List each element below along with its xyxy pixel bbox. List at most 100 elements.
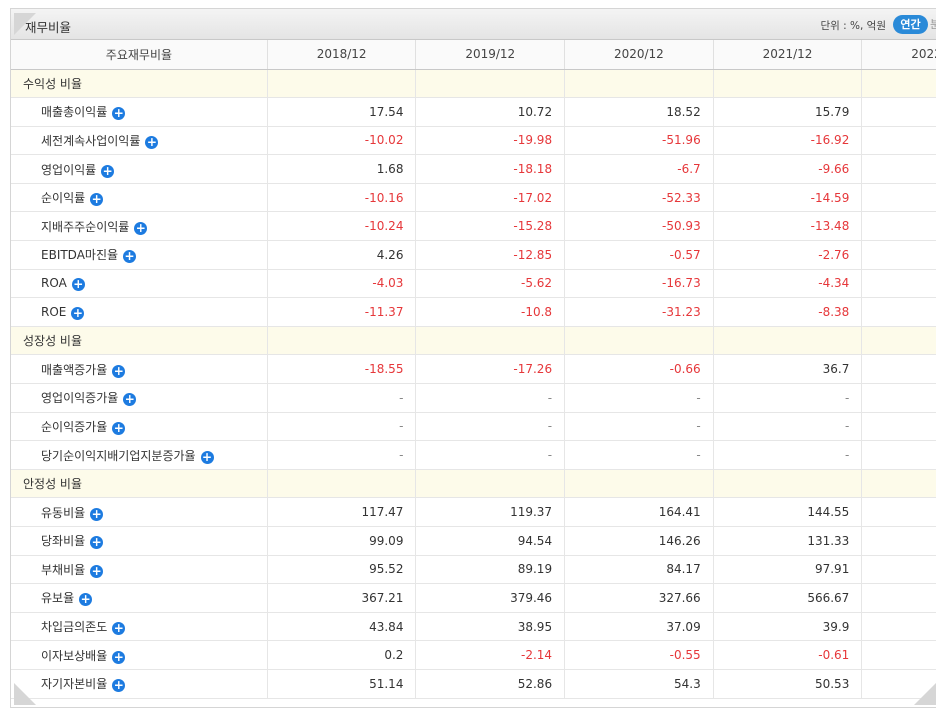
value-cell: -17.02 bbox=[415, 183, 566, 213]
value-cell: 84.17 bbox=[564, 555, 714, 585]
plus-circle-icon[interactable]: + bbox=[112, 421, 126, 435]
table-row: 부채비율 +95.5289.1984.1797.9135.67 bbox=[11, 555, 936, 585]
section-empty-cell bbox=[267, 469, 417, 499]
row-label-cell: ROA + bbox=[11, 269, 268, 299]
value-cell: -50.93 bbox=[564, 211, 714, 242]
column-header: 2019/12 bbox=[415, 40, 566, 70]
row-label: 유보율 bbox=[41, 591, 75, 606]
row-label: ROA bbox=[41, 275, 67, 290]
row-label-cell: 당기순이익지배기업지분증가율 + bbox=[11, 440, 268, 470]
value-cell: 126.19 bbox=[861, 211, 936, 242]
row-label: EBITDA마진율 bbox=[41, 248, 119, 263]
value-cell: 52.86 bbox=[415, 669, 566, 699]
value-cell: -13.48 bbox=[713, 211, 863, 242]
value-cell: - bbox=[267, 440, 417, 470]
row-label: 이자보상배율 bbox=[41, 648, 108, 663]
value-cell: 4.26 bbox=[267, 240, 417, 270]
row-label: 영업이익률 bbox=[41, 162, 97, 177]
value-cell: -8.38 bbox=[713, 297, 863, 327]
value-cell: -0.61 bbox=[713, 640, 863, 670]
panel-header: 재무비율 단위 : %, 억원 연간 분기 bbox=[11, 9, 936, 40]
value-cell: 566.67 bbox=[713, 583, 863, 613]
row-label-cell: 영업이익증가율 + bbox=[11, 383, 268, 413]
row-label: 매출총이익률 bbox=[41, 105, 108, 120]
row-label-cell: 유동비율 + bbox=[11, 497, 268, 527]
plus-circle-icon[interactable]: + bbox=[90, 564, 104, 578]
value-cell bbox=[861, 440, 936, 470]
table-row: 당좌비율 +99.0994.54146.26131.33285.1 bbox=[11, 526, 936, 556]
tab-quarter[interactable]: 분기 bbox=[930, 15, 936, 34]
section-header-row: 수익성 비율 bbox=[11, 69, 936, 99]
value-cell: 17.54 bbox=[267, 97, 417, 127]
plus-circle-icon[interactable]: + bbox=[200, 450, 214, 464]
value-cell: 51.14 bbox=[267, 669, 417, 699]
row-label-cell: ROE + bbox=[11, 297, 268, 327]
value-cell: 305.91 bbox=[861, 497, 936, 527]
plus-circle-icon[interactable]: + bbox=[112, 107, 126, 121]
tab-annual[interactable]: 연간 bbox=[893, 15, 928, 34]
plus-circle-icon[interactable]: + bbox=[90, 507, 104, 521]
section-title: 성장성 비율 bbox=[11, 326, 268, 356]
value-cell: - bbox=[564, 440, 714, 470]
value-cell: 117.47 bbox=[267, 497, 417, 527]
table-row: 유보율 +367.21379.46327.66566.671,019.43 bbox=[11, 583, 936, 613]
plus-circle-icon[interactable]: + bbox=[112, 622, 126, 636]
row-label-cell: 부채비율 + bbox=[11, 555, 268, 585]
plus-circle-icon[interactable]: + bbox=[123, 250, 137, 264]
row-label-cell: 세전계속사업이익률 + bbox=[11, 126, 268, 156]
value-cell: -12.85 bbox=[415, 240, 566, 270]
plus-circle-icon[interactable]: + bbox=[101, 164, 115, 178]
financial-ratio-panel: 재무비율 단위 : %, 억원 연간 분기 주요재무비율 2018/12 201… bbox=[10, 8, 936, 708]
value-cell: -19.98 bbox=[415, 126, 566, 156]
value-cell: 10.72 bbox=[415, 97, 566, 127]
plus-circle-icon[interactable]: + bbox=[90, 536, 104, 550]
value-cell: -16.92 bbox=[713, 126, 863, 156]
value-cell: - bbox=[267, 383, 417, 413]
value-cell: 27.83 bbox=[861, 269, 936, 299]
row-label-cell: 지배주주순이익률 + bbox=[11, 211, 268, 242]
value-cell: -51.96 bbox=[564, 126, 714, 156]
value-cell: - bbox=[415, 383, 566, 413]
value-cell: -10.24 bbox=[267, 211, 417, 242]
plus-circle-icon[interactable]: + bbox=[90, 193, 104, 207]
ratio-table: 주요재무비율 2018/12 2019/12 2020/12 2021/12 2… bbox=[11, 40, 936, 699]
table-row: 당기순이익지배기업지분증가율 + - - - - bbox=[11, 440, 936, 470]
value-cell: -16.73 bbox=[564, 269, 714, 299]
section-empty-cell bbox=[861, 326, 936, 356]
value-cell: - bbox=[564, 383, 714, 413]
plus-circle-icon[interactable]: + bbox=[145, 135, 159, 149]
table-row: 차입금의존도 +43.8438.9537.0939.919.71 bbox=[11, 612, 936, 642]
value-cell: -31.23 bbox=[564, 297, 714, 327]
row-label: 지배주주순이익률 bbox=[41, 219, 130, 234]
corner-fold-decoration bbox=[14, 13, 36, 35]
value-cell: 36.7 bbox=[713, 354, 863, 385]
value-cell: 146.26 bbox=[564, 526, 714, 556]
value-cell: - bbox=[713, 412, 863, 442]
table-row: 영업이익률 +1.68-18.18-6.7-9.66-4.01 bbox=[11, 154, 936, 184]
row-label-cell: 순이익률 + bbox=[11, 183, 268, 213]
plus-circle-icon[interactable]: + bbox=[71, 306, 85, 320]
plus-circle-icon[interactable]: + bbox=[112, 650, 126, 664]
plus-circle-icon[interactable]: + bbox=[79, 593, 93, 607]
row-label-cell: 차입금의존도 + bbox=[11, 612, 268, 642]
plus-circle-icon[interactable]: + bbox=[112, 679, 126, 693]
value-cell: - bbox=[564, 412, 714, 442]
value-cell: -10.02 bbox=[267, 126, 417, 156]
section-empty-cell bbox=[415, 469, 566, 499]
plus-circle-icon[interactable]: + bbox=[123, 393, 137, 407]
plus-circle-icon[interactable]: + bbox=[71, 277, 85, 291]
column-header: 2020/12 bbox=[564, 40, 714, 70]
row-label: 영업이익증가율 bbox=[41, 391, 119, 406]
section-empty-cell bbox=[267, 326, 417, 356]
plus-circle-icon[interactable]: + bbox=[134, 221, 148, 235]
value-cell: 95.52 bbox=[267, 555, 417, 585]
table-row: 유동비율 +117.47119.37164.41144.55305.91 bbox=[11, 497, 936, 527]
section-empty-cell bbox=[713, 469, 863, 499]
row-label: 유동비율 bbox=[41, 505, 86, 520]
plus-circle-icon[interactable]: + bbox=[112, 364, 126, 378]
value-cell: 285.1 bbox=[861, 526, 936, 556]
value-cell: 94.54 bbox=[415, 526, 566, 556]
section-title: 수익성 비율 bbox=[11, 69, 268, 99]
table-row: 영업이익증가율 + - - - - bbox=[11, 383, 936, 413]
row-label-cell: EBITDA마진율 + bbox=[11, 240, 268, 270]
